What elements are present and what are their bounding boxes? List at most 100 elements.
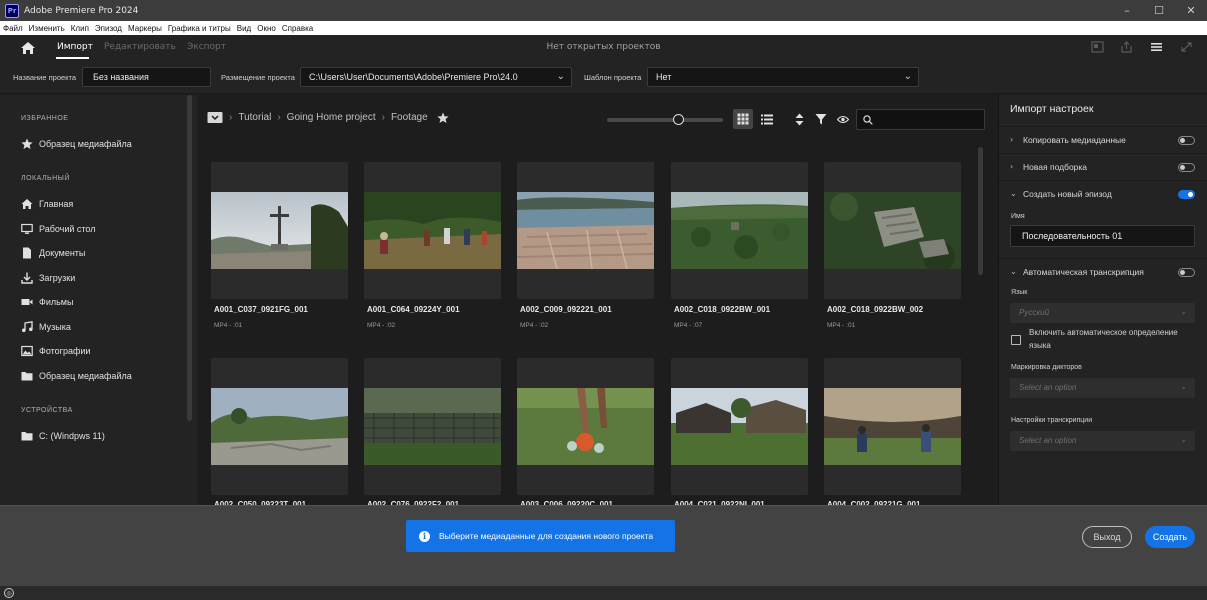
breadcrumb-going-home[interactable]: Going Home project (287, 112, 376, 123)
search-input[interactable] (856, 109, 985, 130)
clip-card[interactable] (364, 358, 501, 495)
menu-help[interactable]: Справка (279, 24, 316, 33)
clip-card[interactable] (364, 162, 501, 299)
maximize-button[interactable]: ☐ (1143, 0, 1175, 21)
copy-media-row[interactable]: › Копировать медиаданные (999, 126, 1207, 153)
sidebar-item-movies[interactable]: Фильмы (21, 294, 73, 310)
breadcrumb-footage[interactable]: Footage (391, 112, 428, 123)
language-value: Русский (1019, 308, 1050, 317)
exit-button[interactable]: Выход (1082, 526, 1132, 548)
clip-card[interactable] (671, 358, 808, 495)
clip-card[interactable] (824, 162, 961, 299)
workspace-icon[interactable] (1091, 41, 1104, 53)
premiere-logo-icon: Pr (5, 3, 19, 18)
star-icon (21, 138, 33, 149)
breadcrumb-tutorial[interactable]: Tutorial (238, 112, 271, 123)
sidebar-item-photos[interactable]: Фотографии (21, 343, 90, 359)
fullscreen-icon[interactable] (1180, 41, 1193, 53)
sidebar-item-downloads[interactable]: Загрузки (21, 270, 75, 286)
language-dropdown[interactable]: Русский ⌄ (1010, 303, 1195, 323)
sidebar-item-drive-c[interactable]: C: (Windpws 11) (21, 428, 105, 444)
sequence-name-input[interactable]: Последовательность 01 (1010, 225, 1195, 247)
new-sequence-label: Создать новый эпизод (1023, 189, 1112, 199)
project-location-dropdown[interactable]: C:\Users\User\Documents\Adobe\Premiere P… (300, 67, 572, 87)
menu-markers[interactable]: Маркеры (125, 24, 165, 33)
sidebar-scrollbar[interactable] (187, 95, 192, 421)
clip-thumbnail (364, 192, 501, 269)
copy-media-toggle[interactable] (1178, 136, 1195, 145)
auto-transcription-toggle[interactable] (1178, 268, 1195, 277)
create-button[interactable]: Создать (1145, 526, 1195, 548)
clip-thumbnail (671, 192, 808, 269)
status-icon[interactable]: ◎ (4, 588, 14, 598)
clip-thumbnail (824, 192, 961, 269)
sidebar-item-sample-media[interactable]: Образец медиафайла (21, 368, 132, 384)
auto-detect-language-checkbox[interactable] (1011, 335, 1021, 345)
menu-graphics[interactable]: Графика и титры (165, 24, 234, 33)
clip-meta: MP4 - :01 (827, 322, 856, 329)
thumbnail-size-slider-handle[interactable] (673, 114, 684, 125)
chevron-down-icon[interactable]: ⌄ (1010, 189, 1017, 198)
project-name-input[interactable]: Без названия (82, 67, 211, 87)
new-bin-row[interactable]: › Новая подборка (999, 153, 1207, 180)
sidebar-item-sample-media-favorite[interactable]: Образец медиафайла (21, 136, 132, 152)
list-view-button[interactable] (757, 109, 777, 129)
clip-name: A002_C018_0922BW_002 (827, 305, 924, 314)
project-template-dropdown[interactable]: Нет ⌄ (647, 67, 919, 87)
desktop-icon (21, 223, 33, 234)
clip-thumbnail (211, 192, 348, 269)
clip-card[interactable] (517, 162, 654, 299)
clip-thumbnail (671, 388, 808, 465)
clip-card[interactable] (211, 358, 348, 495)
chevron-down-icon[interactable]: ⌄ (1010, 267, 1017, 276)
download-icon (21, 272, 33, 284)
photo-icon (21, 345, 33, 357)
speaker-labeling-placeholder: Select an option (1019, 383, 1077, 392)
clip-card[interactable] (824, 358, 961, 495)
menu-window[interactable]: Окно (254, 24, 279, 33)
clip-name: A001_C064_09224Y_001 (367, 305, 460, 314)
chevron-down-icon: ⌄ (903, 71, 912, 82)
folder-browse-icon[interactable] (207, 111, 223, 124)
filter-button[interactable] (811, 109, 831, 129)
close-button[interactable]: ✕ (1175, 0, 1207, 21)
clip-card[interactable] (671, 162, 808, 299)
clip-card[interactable] (517, 358, 654, 495)
menu-sequence[interactable]: Эпизод (92, 24, 125, 33)
new-bin-toggle[interactable] (1178, 163, 1195, 172)
clip-card[interactable] (211, 162, 348, 299)
favorites-header: ИЗБРАННОЕ (21, 115, 69, 122)
sidebar-item-desktop[interactable]: Рабочий стол (21, 221, 96, 237)
sidebar-item-home[interactable]: Главная (21, 196, 73, 212)
thumbnail-size-slider[interactable] (607, 118, 723, 122)
star-icon[interactable] (437, 112, 449, 124)
chevron-down-icon: ⌄ (1180, 382, 1187, 391)
import-settings-title: Импорт настроек (1010, 103, 1094, 115)
status-bar: ◎ (0, 585, 1207, 600)
sort-button[interactable] (789, 109, 809, 129)
grid-view-button[interactable] (733, 109, 753, 129)
share-icon[interactable] (1120, 41, 1133, 53)
chevron-right-icon: › (1010, 135, 1014, 144)
sidebar-item-music[interactable]: Музыка (21, 319, 71, 335)
sort-icon (795, 113, 803, 125)
transcription-settings-dropdown[interactable]: Select an option ⌄ (1010, 431, 1195, 451)
locations-sidebar: ИЗБРАННОЕ Образец медиафайла ЛОКАЛЬНЫЙ Г… (0, 95, 197, 505)
clip-name: A001_C037_0921FG_001 (214, 305, 308, 314)
visibility-button[interactable] (833, 109, 853, 129)
sidebar-item-documents[interactable]: Документы (21, 245, 85, 261)
sidebar-item-label: C: (Windpws 11) (39, 431, 105, 441)
menu-clip[interactable]: Клип (68, 24, 92, 33)
panels-menu-icon[interactable] (1150, 41, 1163, 53)
sidebar-item-label: Музыка (39, 322, 71, 332)
sidebar-item-label: Фильмы (39, 297, 74, 307)
video-camera-icon (21, 299, 33, 305)
menu-edit[interactable]: Изменить (26, 24, 68, 33)
minimize-button[interactable]: – (1111, 0, 1143, 21)
new-sequence-toggle[interactable] (1178, 190, 1195, 199)
browser-scrollbar[interactable] (978, 147, 983, 275)
clip-thumbnail (824, 388, 961, 465)
menu-view[interactable]: Вид (234, 24, 254, 33)
speaker-labeling-dropdown[interactable]: Select an option ⌄ (1010, 378, 1195, 398)
menu-file[interactable]: Файл (0, 24, 26, 33)
